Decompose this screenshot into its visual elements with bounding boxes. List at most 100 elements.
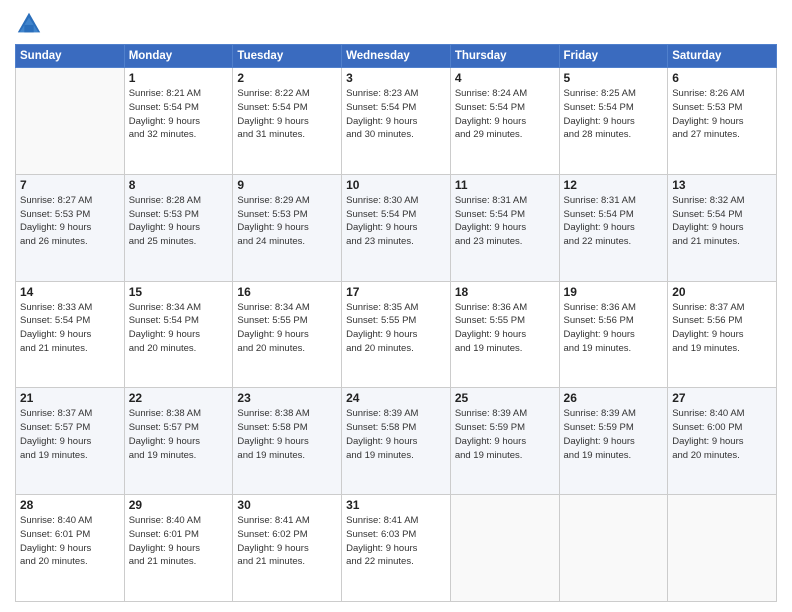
calendar-row: 28Sunrise: 8:40 AMSunset: 6:01 PMDayligh… xyxy=(16,495,777,602)
day-number: 14 xyxy=(20,285,120,299)
day-info: Sunrise: 8:40 AMSunset: 6:01 PMDaylight:… xyxy=(20,514,120,569)
day-info: Sunrise: 8:31 AMSunset: 5:54 PMDaylight:… xyxy=(564,194,664,249)
day-info: Sunrise: 8:38 AMSunset: 5:58 PMDaylight:… xyxy=(237,407,337,462)
day-info: Sunrise: 8:24 AMSunset: 5:54 PMDaylight:… xyxy=(455,87,555,142)
logo-icon xyxy=(15,10,43,38)
day-info: Sunrise: 8:29 AMSunset: 5:53 PMDaylight:… xyxy=(237,194,337,249)
day-number: 6 xyxy=(672,71,772,85)
weekday-header: Wednesday xyxy=(342,45,451,68)
day-number: 9 xyxy=(237,178,337,192)
calendar-row: 14 Sunrise: 8:33 AMSunset: 5:54 PMDayligh… xyxy=(16,281,777,388)
day-info: Sunrise: 8:35 AMSunset: 5:55 PMDaylight:… xyxy=(346,301,446,356)
calendar-cell: 26 Sunrise: 8:39 AMSunset: 5:59 PMDayligh… xyxy=(559,388,668,495)
calendar-cell: 17Sunrise: 8:35 AMSunset: 5:55 PMDayligh… xyxy=(342,281,451,388)
calendar-cell: 31Sunrise: 8:41 AMSunset: 6:03 PMDayligh… xyxy=(342,495,451,602)
day-number: 1 xyxy=(129,71,229,85)
day-number: 16 xyxy=(237,285,337,299)
calendar-cell: 19 Sunrise: 8:36 AMSunset: 5:56 PMDayligh… xyxy=(559,281,668,388)
calendar-cell: 13 Sunrise: 8:32 AMSunset: 5:54 PMDayligh… xyxy=(668,174,777,281)
calendar-cell: 2 Sunrise: 8:22 AMSunset: 5:54 PMDaylight… xyxy=(233,68,342,175)
calendar-cell: 24Sunrise: 8:39 AMSunset: 5:58 PMDayligh… xyxy=(342,388,451,495)
weekday-header: Monday xyxy=(124,45,233,68)
calendar-cell xyxy=(668,495,777,602)
day-number: 15 xyxy=(129,285,229,299)
day-info: Sunrise: 8:30 AMSunset: 5:54 PMDaylight:… xyxy=(346,194,446,249)
day-number: 31 xyxy=(346,498,446,512)
day-number: 13 xyxy=(672,178,772,192)
day-number: 25 xyxy=(455,391,555,405)
calendar-cell xyxy=(559,495,668,602)
day-number: 4 xyxy=(455,71,555,85)
calendar-body: 1 Sunrise: 8:21 AMSunset: 5:54 PMDaylight… xyxy=(16,68,777,602)
calendar-cell: 27Sunrise: 8:40 AMSunset: 6:00 PMDayligh… xyxy=(668,388,777,495)
calendar-cell: 18Sunrise: 8:36 AMSunset: 5:55 PMDayligh… xyxy=(450,281,559,388)
calendar-cell: 12 Sunrise: 8:31 AMSunset: 5:54 PMDayligh… xyxy=(559,174,668,281)
day-number: 23 xyxy=(237,391,337,405)
day-number: 22 xyxy=(129,391,229,405)
calendar-cell: 6 Sunrise: 8:26 AMSunset: 5:53 PMDaylight… xyxy=(668,68,777,175)
day-info: Sunrise: 8:22 AMSunset: 5:54 PMDaylight:… xyxy=(237,87,337,142)
calendar-cell: 29 Sunrise: 8:40 AMSunset: 6:01 PMDayligh… xyxy=(124,495,233,602)
day-info: Sunrise: 8:26 AMSunset: 5:53 PMDaylight:… xyxy=(672,87,772,142)
day-number: 7 xyxy=(20,178,120,192)
calendar-cell: 10Sunrise: 8:30 AMSunset: 5:54 PMDayligh… xyxy=(342,174,451,281)
day-number: 21 xyxy=(20,391,120,405)
day-info: Sunrise: 8:21 AMSunset: 5:54 PMDaylight:… xyxy=(129,87,229,142)
day-number: 12 xyxy=(564,178,664,192)
calendar-cell xyxy=(450,495,559,602)
day-info: Sunrise: 8:25 AMSunset: 5:54 PMDaylight:… xyxy=(564,87,664,142)
day-info: Sunrise: 8:37 AMSunset: 5:56 PMDaylight:… xyxy=(672,301,772,356)
day-number: 19 xyxy=(564,285,664,299)
day-number: 5 xyxy=(564,71,664,85)
day-info: Sunrise: 8:33 AMSunset: 5:54 PMDaylight:… xyxy=(20,301,120,356)
calendar-cell xyxy=(16,68,125,175)
day-info: Sunrise: 8:23 AMSunset: 5:54 PMDaylight:… xyxy=(346,87,446,142)
calendar-cell: 3 Sunrise: 8:23 AMSunset: 5:54 PMDaylight… xyxy=(342,68,451,175)
calendar-header-row: SundayMondayTuesdayWednesdayThursdayFrid… xyxy=(16,45,777,68)
calendar-cell: 21Sunrise: 8:37 AMSunset: 5:57 PMDayligh… xyxy=(16,388,125,495)
header xyxy=(15,10,777,38)
day-number: 29 xyxy=(129,498,229,512)
day-number: 2 xyxy=(237,71,337,85)
day-info: Sunrise: 8:40 AMSunset: 6:01 PMDaylight:… xyxy=(129,514,229,569)
day-number: 8 xyxy=(129,178,229,192)
day-info: Sunrise: 8:34 AMSunset: 5:55 PMDaylight:… xyxy=(237,301,337,356)
day-number: 27 xyxy=(672,391,772,405)
calendar-row: 7 Sunrise: 8:27 AMSunset: 5:53 PMDaylight… xyxy=(16,174,777,281)
calendar-cell: 5 Sunrise: 8:25 AMSunset: 5:54 PMDaylight… xyxy=(559,68,668,175)
calendar-cell: 9 Sunrise: 8:29 AMSunset: 5:53 PMDaylight… xyxy=(233,174,342,281)
calendar-row: 21Sunrise: 8:37 AMSunset: 5:57 PMDayligh… xyxy=(16,388,777,495)
day-info: Sunrise: 8:41 AMSunset: 6:02 PMDaylight:… xyxy=(237,514,337,569)
calendar-cell: 25 Sunrise: 8:39 AMSunset: 5:59 PMDayligh… xyxy=(450,388,559,495)
calendar-cell: 14 Sunrise: 8:33 AMSunset: 5:54 PMDayligh… xyxy=(16,281,125,388)
calendar-cell: 16 Sunrise: 8:34 AMSunset: 5:55 PMDayligh… xyxy=(233,281,342,388)
day-info: Sunrise: 8:38 AMSunset: 5:57 PMDaylight:… xyxy=(129,407,229,462)
day-number: 11 xyxy=(455,178,555,192)
day-number: 26 xyxy=(564,391,664,405)
day-info: Sunrise: 8:27 AMSunset: 5:53 PMDaylight:… xyxy=(20,194,120,249)
day-number: 3 xyxy=(346,71,446,85)
day-info: Sunrise: 8:39 AMSunset: 5:59 PMDaylight:… xyxy=(455,407,555,462)
logo xyxy=(15,10,47,38)
calendar-row: 1 Sunrise: 8:21 AMSunset: 5:54 PMDaylight… xyxy=(16,68,777,175)
day-number: 20 xyxy=(672,285,772,299)
day-number: 30 xyxy=(237,498,337,512)
calendar-table: SundayMondayTuesdayWednesdayThursdayFrid… xyxy=(15,44,777,602)
calendar-cell: 1 Sunrise: 8:21 AMSunset: 5:54 PMDaylight… xyxy=(124,68,233,175)
weekday-header: Tuesday xyxy=(233,45,342,68)
calendar-cell: 4 Sunrise: 8:24 AMSunset: 5:54 PMDaylight… xyxy=(450,68,559,175)
calendar-cell: 23 Sunrise: 8:38 AMSunset: 5:58 PMDayligh… xyxy=(233,388,342,495)
day-info: Sunrise: 8:32 AMSunset: 5:54 PMDaylight:… xyxy=(672,194,772,249)
calendar-cell: 8 Sunrise: 8:28 AMSunset: 5:53 PMDaylight… xyxy=(124,174,233,281)
calendar-cell: 15Sunrise: 8:34 AMSunset: 5:54 PMDayligh… xyxy=(124,281,233,388)
day-info: Sunrise: 8:28 AMSunset: 5:53 PMDaylight:… xyxy=(129,194,229,249)
calendar-cell: 30 Sunrise: 8:41 AMSunset: 6:02 PMDayligh… xyxy=(233,495,342,602)
weekday-header: Sunday xyxy=(16,45,125,68)
weekday-header: Friday xyxy=(559,45,668,68)
day-info: Sunrise: 8:36 AMSunset: 5:56 PMDaylight:… xyxy=(564,301,664,356)
day-info: Sunrise: 8:39 AMSunset: 5:59 PMDaylight:… xyxy=(564,407,664,462)
calendar-cell: 22 Sunrise: 8:38 AMSunset: 5:57 PMDayligh… xyxy=(124,388,233,495)
day-number: 18 xyxy=(455,285,555,299)
day-info: Sunrise: 8:31 AMSunset: 5:54 PMDaylight:… xyxy=(455,194,555,249)
page: SundayMondayTuesdayWednesdayThursdayFrid… xyxy=(0,0,792,612)
